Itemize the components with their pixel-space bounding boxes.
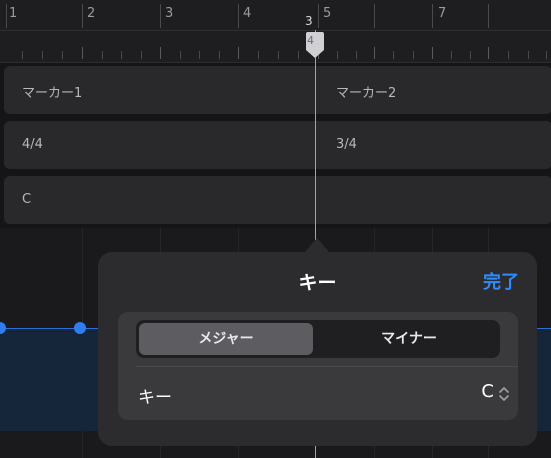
bar-line xyxy=(238,4,239,28)
ruler-tick xyxy=(278,51,279,59)
playhead-position-beat: 4 xyxy=(307,34,314,47)
ruler-tick xyxy=(374,47,375,59)
key-settings-group: メジャー マイナー キー C xyxy=(118,312,518,420)
bar-line xyxy=(374,4,375,28)
key-signature[interactable]: C xyxy=(22,192,31,207)
key-popover: キー 完了 メジャー マイナー キー C xyxy=(98,252,537,446)
ruler-tick xyxy=(160,47,161,59)
ruler-tick xyxy=(488,47,489,59)
ruler-tick xyxy=(42,51,43,59)
ruler-tick xyxy=(22,51,23,59)
ruler-tick xyxy=(82,47,83,59)
bar-number-5: 5 xyxy=(323,6,332,21)
ruler-tick xyxy=(546,51,547,59)
ruler-tick xyxy=(62,51,63,59)
ruler-tick xyxy=(413,51,414,59)
ruler-tick xyxy=(102,51,103,59)
ruler-tick xyxy=(393,51,394,59)
popover-title: キー xyxy=(298,272,337,294)
ruler-tick xyxy=(180,51,181,59)
ruler-tick xyxy=(238,47,239,59)
bar-line xyxy=(432,4,433,28)
bar-number-3: 3 xyxy=(165,6,174,21)
timeline-ruler[interactable]: 1 2 3 4 5 7 xyxy=(0,0,551,63)
signature-track[interactable]: 4/4 3/4 xyxy=(4,121,551,169)
automation-point[interactable] xyxy=(74,322,86,334)
ruler-tick xyxy=(470,51,471,59)
ruler-tick xyxy=(432,47,433,59)
bar-line xyxy=(318,4,319,28)
marker-track[interactable]: マーカー1 マーカー2 xyxy=(4,66,551,114)
marker-1[interactable]: マーカー1 xyxy=(22,82,82,101)
key-row-label: キー xyxy=(138,388,172,408)
segment-major[interactable]: メジャー xyxy=(139,323,313,355)
ruler-tick xyxy=(219,51,220,59)
ruler-tick xyxy=(121,51,122,59)
time-signature-1[interactable]: 4/4 xyxy=(22,137,43,152)
mode-segmented-control[interactable]: メジャー マイナー xyxy=(136,320,500,358)
ruler-tick xyxy=(141,51,142,59)
bar-number-7: 7 xyxy=(438,6,447,21)
playhead-position-bar: 3 xyxy=(305,14,313,28)
bar-number-4: 4 xyxy=(243,6,252,21)
ruler-tick xyxy=(528,51,529,59)
time-signature-2[interactable]: 3/4 xyxy=(336,137,357,152)
marker-2[interactable]: マーカー2 xyxy=(336,82,396,101)
ruler-tick xyxy=(298,51,299,59)
segment-minor[interactable]: マイナー xyxy=(321,323,497,355)
ruler-divider xyxy=(0,30,551,31)
bar-line xyxy=(82,4,83,28)
ruler-tick xyxy=(508,51,509,59)
ruler-tick xyxy=(258,51,259,59)
chevron-up-down-icon[interactable] xyxy=(498,386,510,402)
bar-line xyxy=(160,4,161,28)
group-separator xyxy=(136,366,518,367)
bar-number-2: 2 xyxy=(87,6,96,21)
done-button[interactable]: 完了 xyxy=(483,268,519,294)
ruler-tick xyxy=(451,51,452,59)
key-signature-track[interactable]: C xyxy=(4,176,551,224)
bar-number-1: 1 xyxy=(9,6,18,21)
bar-line xyxy=(488,4,489,28)
key-value-picker[interactable]: C xyxy=(481,381,494,402)
ruler-tick xyxy=(199,51,200,59)
popover-arrow xyxy=(304,238,330,253)
ruler-tick xyxy=(356,51,357,59)
bar-line xyxy=(6,4,7,28)
ruler-tick xyxy=(337,51,338,59)
